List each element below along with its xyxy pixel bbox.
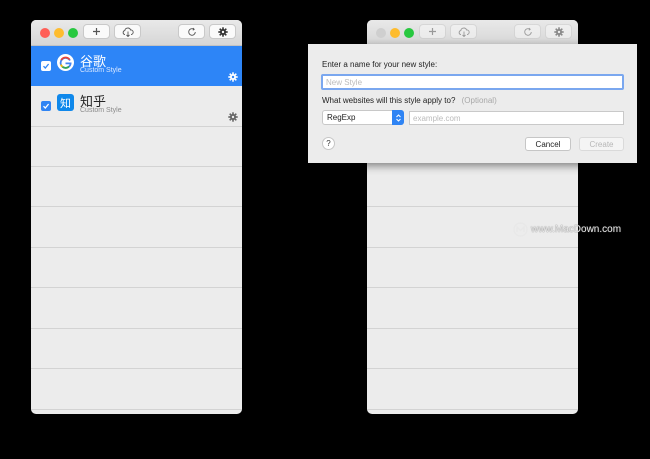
empty-row (31, 289, 242, 329)
close-window-button[interactable] (40, 28, 50, 38)
watermark-text: www.MacDown.com (531, 224, 622, 235)
empty-row (31, 248, 242, 288)
watermark: www.MacDown.com (513, 222, 621, 237)
close-window-button[interactable] (376, 28, 386, 38)
cancel-button[interactable]: Cancel (525, 137, 571, 151)
reload-icon (523, 27, 532, 36)
download-style-button[interactable] (114, 24, 141, 39)
gear-icon[interactable] (228, 72, 238, 82)
add-style-button[interactable] (419, 24, 446, 39)
empty-row (31, 127, 242, 167)
download-style-button[interactable] (450, 24, 477, 39)
cloud-download-icon (458, 27, 470, 37)
style-name-input[interactable]: New Style (321, 74, 624, 90)
style-row-zhihu[interactable]: 知 知乎 Custom Style (31, 86, 242, 127)
zoom-window-button[interactable] (68, 28, 78, 38)
zhihu-icon: 知 (57, 94, 74, 111)
macdown-logo-icon (513, 222, 528, 237)
gear-icon (217, 26, 228, 37)
cloud-download-icon (122, 27, 134, 37)
empty-row (367, 370, 578, 410)
checkmark-icon (43, 103, 50, 109)
enable-checkbox[interactable] (41, 101, 51, 111)
checkmark-icon (43, 63, 50, 69)
create-button[interactable]: Create (579, 137, 624, 151)
enable-checkbox[interactable] (41, 61, 51, 71)
website-url-input[interactable]: example.com (409, 111, 624, 125)
empty-row (31, 208, 242, 248)
match-type-value: RegExp (327, 113, 356, 122)
empty-row (31, 370, 242, 410)
new-style-dialog: Enter a name for your new style: New Sty… (308, 44, 637, 163)
empty-row (367, 289, 578, 329)
plus-icon (93, 28, 100, 35)
style-subtitle: Custom Style (80, 107, 122, 114)
empty-row (367, 248, 578, 288)
websites-prompt-label: What websites will this style apply to? … (322, 96, 497, 105)
style-row-google[interactable]: 谷歌 Custom Style (31, 46, 242, 86)
minimize-window-button[interactable] (54, 28, 64, 38)
empty-row (31, 329, 242, 369)
styles-window: 谷歌 Custom Style 知 知乎 Custom Style (31, 20, 242, 414)
settings-button[interactable] (545, 24, 572, 39)
google-icon (57, 54, 74, 71)
empty-row (31, 167, 242, 207)
plus-icon (429, 28, 436, 35)
help-button[interactable]: ? (322, 137, 335, 150)
name-prompt-label: Enter a name for your new style: (322, 60, 438, 69)
add-style-button[interactable] (83, 24, 110, 39)
reload-button[interactable] (178, 24, 205, 39)
window-toolbar (31, 20, 242, 46)
minimize-window-button[interactable] (390, 28, 400, 38)
gear-icon[interactable] (228, 112, 238, 122)
zoom-window-button[interactable] (404, 28, 414, 38)
reload-button[interactable] (514, 24, 541, 39)
optional-label: (Optional) (461, 96, 497, 105)
settings-button[interactable] (209, 24, 236, 39)
websites-prompt-text: What websites will this style apply to? (322, 96, 456, 105)
gear-icon (553, 26, 564, 37)
match-type-select[interactable]: RegExp (322, 110, 404, 125)
style-subtitle: Custom Style (80, 67, 122, 74)
chevron-updown-icon (392, 110, 404, 125)
window-toolbar (367, 20, 578, 46)
empty-row (367, 167, 578, 207)
reload-icon (187, 27, 196, 36)
empty-row (367, 329, 578, 369)
